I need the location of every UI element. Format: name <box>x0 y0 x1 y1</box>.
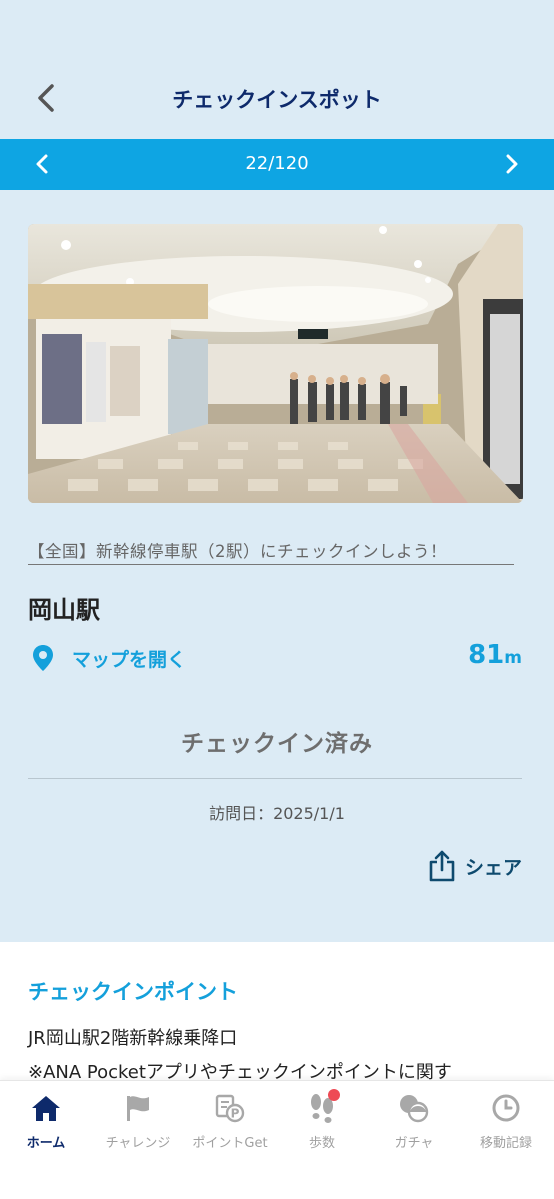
tab-travel-log[interactable]: 移動記録 <box>460 1081 552 1171</box>
tab-steps[interactable]: 歩数 <box>276 1081 368 1171</box>
clock-icon <box>492 1094 520 1122</box>
share-button[interactable]: シェア <box>429 850 522 882</box>
checkin-point-location: JR岡山駅2階新幹線乗降口 <box>28 1028 238 1049</box>
checkin-status: チェックイン済み <box>181 731 373 757</box>
distance: 81m <box>468 640 522 670</box>
notification-badge <box>328 1089 340 1101</box>
next-spot-button[interactable] <box>492 144 532 184</box>
spot-name: 岡山駅 <box>28 596 100 624</box>
tab-bar: ホーム チャレンジ P ポイントGet 歩数 ガチャ 移動記録 <box>0 1080 554 1199</box>
flag-icon <box>127 1096 149 1121</box>
share-label: シェア <box>464 856 522 879</box>
share-icon <box>429 850 455 882</box>
page-title: チェックインスポット <box>172 88 382 112</box>
point-icon: P <box>215 1094 245 1123</box>
divider <box>28 778 522 779</box>
campaign-link[interactable]: 【全国】新幹線停車駅（2駅）にチェックインしよう！ <box>28 538 514 565</box>
tab-challenge-label: チャレンジ <box>105 1136 171 1151</box>
checkin-point-panel: チェックインポイント JR岡山駅2階新幹線乗降口 ※ANA Pocketアプリや… <box>0 942 554 1102</box>
chevron-right-icon <box>506 154 518 174</box>
home-icon <box>32 1096 60 1121</box>
tab-travel-log-label: 移動記録 <box>479 1136 532 1151</box>
spot-pager: 22/120 <box>0 139 554 190</box>
tab-steps-label: 歩数 <box>308 1136 335 1151</box>
svg-text:P: P <box>231 1107 240 1121</box>
pager-count: 22/120 <box>245 153 309 174</box>
spot-photo <box>28 224 523 503</box>
tab-home[interactable]: ホーム <box>0 1081 92 1171</box>
open-map-label: マップを開く <box>72 648 187 671</box>
distance-unit: m <box>504 648 522 668</box>
tab-challenge[interactable]: チャレンジ <box>92 1081 184 1171</box>
gacha-icon <box>400 1095 429 1123</box>
header: チェックインスポット <box>0 0 554 139</box>
checkin-point-heading: チェックインポイント <box>28 980 238 1004</box>
tab-points-label: ポイントGet <box>192 1136 268 1151</box>
map-pin-icon <box>33 645 53 671</box>
visit-date: 訪問日：2025/1/1 <box>209 804 345 823</box>
tab-gacha-label: ガチャ <box>394 1136 434 1151</box>
open-map-link[interactable]: マップを開く <box>32 644 186 672</box>
distance-value: 81 <box>468 640 505 670</box>
tab-home-label: ホーム <box>26 1136 66 1151</box>
tab-points[interactable]: P ポイントGet <box>184 1081 276 1171</box>
tab-gacha[interactable]: ガチャ <box>368 1081 460 1171</box>
